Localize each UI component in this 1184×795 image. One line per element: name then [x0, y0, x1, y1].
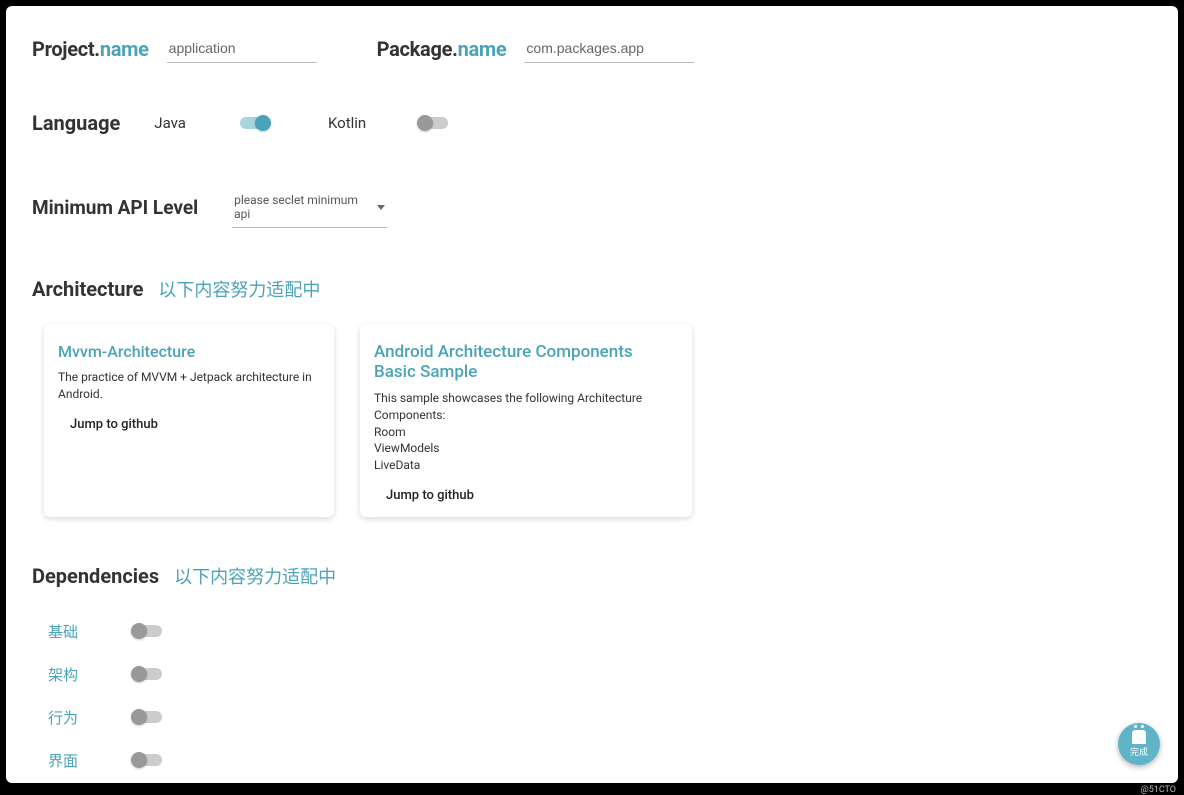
- dep-ui-label: 界面: [48, 750, 134, 771]
- architecture-title: Architecture: [32, 277, 143, 301]
- project-label-prefix: Project.: [32, 37, 100, 61]
- architecture-card-aac: Android Architecture Components Basic Sa…: [360, 324, 692, 517]
- package-label-prefix: Package.: [377, 37, 458, 61]
- dropdown-arrow-icon: [377, 205, 385, 210]
- dep-arch-label: 架构: [48, 664, 134, 685]
- language-java-toggle[interactable]: [240, 117, 268, 129]
- fab-label: 完成: [1130, 745, 1148, 758]
- minimum-api-label: Minimum API Level: [32, 196, 198, 219]
- language-kotlin-label: Kotlin: [328, 114, 366, 132]
- project-label-accent: name: [100, 37, 149, 61]
- card-desc: The practice of MVVM + Jetpack architect…: [58, 369, 320, 403]
- jump-to-github-button[interactable]: Jump to github: [386, 488, 678, 503]
- dependencies-title: Dependencies: [32, 564, 159, 588]
- package-name-field: Package.name: [377, 34, 695, 63]
- complete-fab[interactable]: 完成: [1118, 723, 1160, 765]
- language-kotlin-toggle[interactable]: [420, 117, 448, 129]
- watermark-text: @51CTO: [1141, 785, 1176, 795]
- language-java-label: Java: [154, 114, 186, 132]
- project-name-field: Project.name: [32, 34, 317, 63]
- dep-basic-label: 基础: [48, 621, 134, 642]
- dependencies-subtitle: 以下内容努力适配中: [174, 567, 336, 588]
- dep-arch-toggle[interactable]: [134, 668, 162, 680]
- architecture-card-mvvm: Mvvm-Architecture The practice of MVVM +…: [44, 324, 334, 517]
- android-icon: [1132, 730, 1146, 744]
- architecture-subtitle: 以下内容努力适配中: [158, 280, 320, 301]
- package-name-input[interactable]: [524, 34, 694, 63]
- project-name-input[interactable]: [167, 34, 317, 63]
- jump-to-github-button[interactable]: Jump to github: [70, 417, 320, 432]
- dep-ui-toggle[interactable]: [134, 754, 162, 766]
- architecture-title-row: Architecture 以下内容努力适配中: [32, 276, 1152, 302]
- package-label-accent: name: [458, 37, 507, 61]
- card-title: Android Architecture Components Basic Sa…: [374, 342, 678, 382]
- minimum-api-placeholder: please seclet minimum api: [234, 193, 371, 221]
- dep-basic-toggle[interactable]: [134, 625, 162, 637]
- dependencies-title-row: Dependencies 以下内容努力适配中: [32, 563, 1152, 589]
- dep-behavior-label: 行为: [48, 707, 134, 728]
- language-label: Language: [32, 111, 120, 135]
- card-desc: This sample showcases the following Arch…: [374, 390, 678, 474]
- card-title: Mvvm-Architecture: [58, 342, 320, 361]
- dep-behavior-toggle[interactable]: [134, 711, 162, 723]
- minimum-api-select[interactable]: please seclet minimum api: [232, 187, 387, 228]
